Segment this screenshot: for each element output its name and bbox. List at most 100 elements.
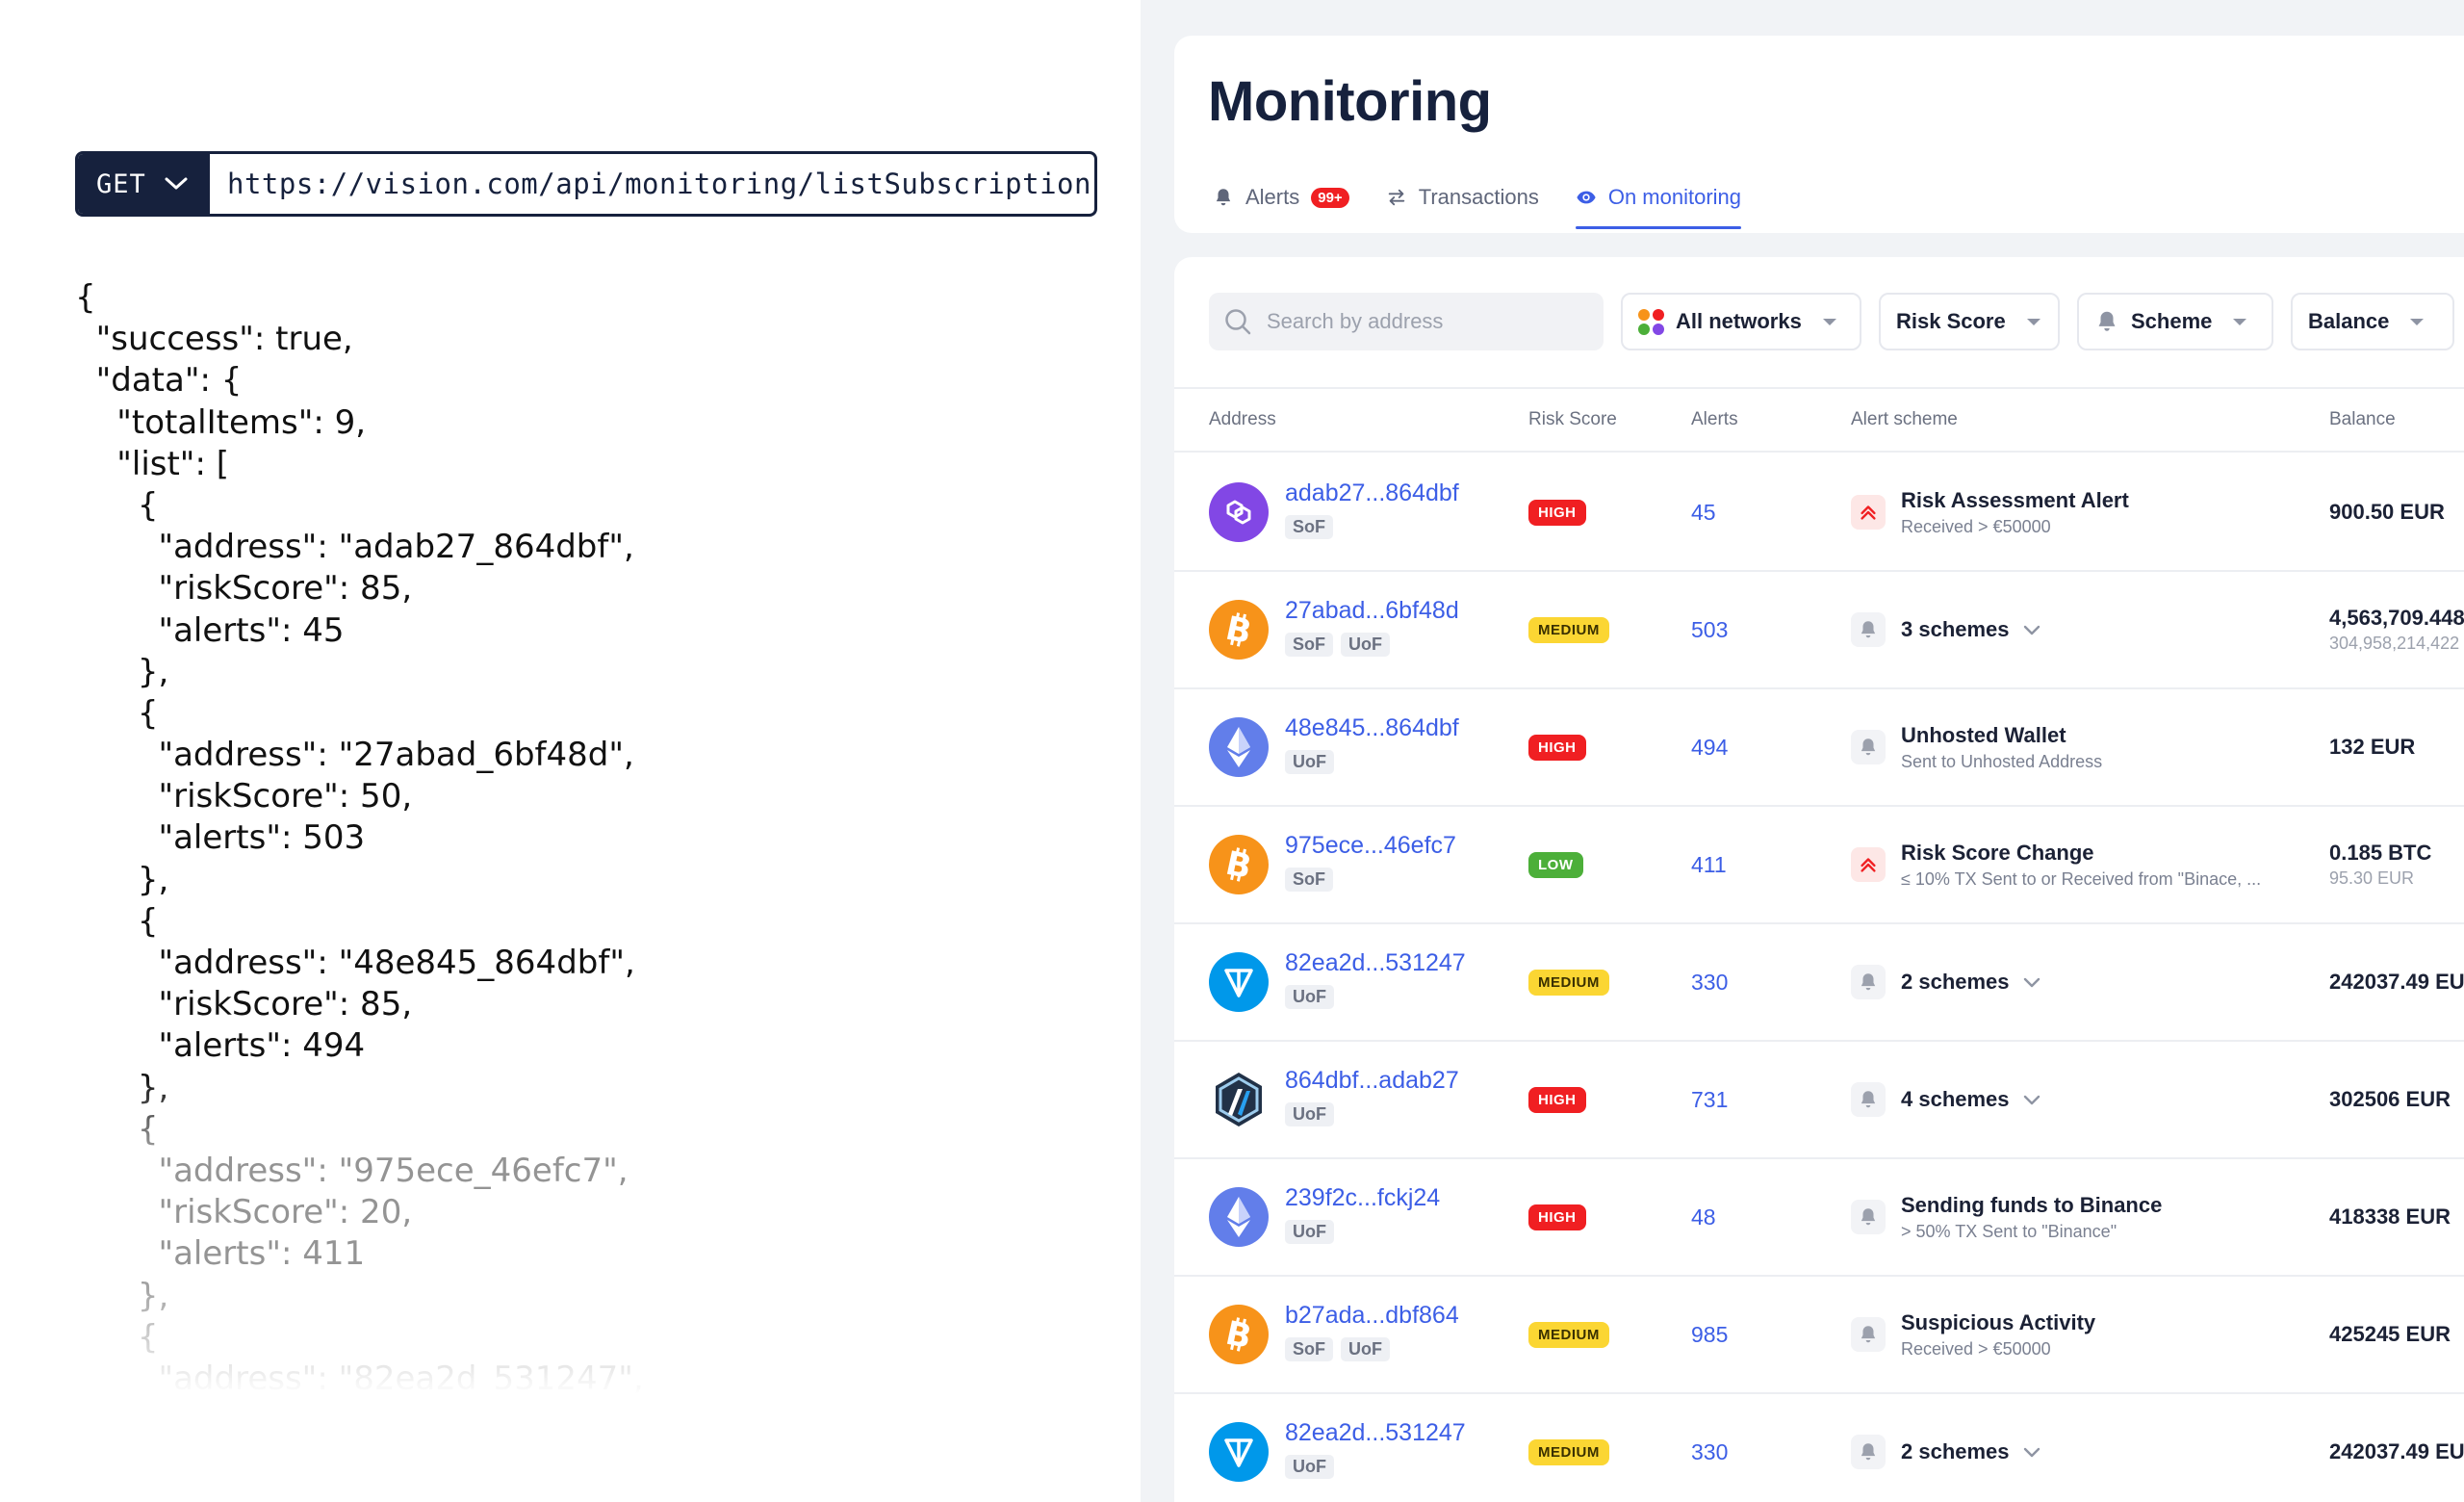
tab-alerts[interactable]: Alerts 99+ [1213, 173, 1349, 221]
risk-badge: MEDIUM [1528, 616, 1609, 643]
table-row[interactable]: 48e845...864dbf UoF HIGH 494 Unhosted Wa… [1174, 689, 2464, 807]
column-header-alerts[interactable]: Alerts [1691, 389, 1738, 451]
scheme-title: Unhosted Wallet [1901, 722, 2066, 747]
alerts-count-link[interactable]: 731 [1691, 1087, 1728, 1113]
code-line: "riskScore": 20, [75, 1193, 413, 1232]
url-field[interactable]: https://vision.com/api/monitoring/listSu… [210, 154, 1094, 214]
flow-tags: SoF UoF [1285, 1337, 1459, 1361]
address-link[interactable]: 82ea2d...531247 [1285, 949, 1466, 977]
arbitrum-icon [1209, 1070, 1269, 1129]
alerts-count-link[interactable]: 330 [1691, 1439, 1728, 1465]
balance: 0.185 BTC 95.30 EUR [2329, 841, 2431, 889]
alerts-count-link[interactable]: 411 [1691, 852, 1727, 878]
address-link[interactable]: b27ada...dbf864 [1285, 1302, 1459, 1330]
address-link[interactable]: 239f2c...fckj24 [1285, 1184, 1440, 1212]
column-header-balance[interactable]: Balance [2329, 389, 2396, 451]
code-line: "totalItems": 9, [75, 402, 367, 442]
ethereum-icon [1209, 717, 1269, 777]
method-dropdown[interactable]: GET [78, 154, 210, 214]
table-row[interactable]: 82ea2d...531247 UoF MEDIUM 330 2 schemes… [1174, 924, 2464, 1042]
flow-tags: UoF [1285, 1455, 1466, 1479]
address-block: b27ada...dbf864 SoF UoF [1285, 1302, 1459, 1361]
scheme-info: Suspicious Activity Received > €50000 [1901, 1310, 2095, 1360]
alerts-count-badge: 99+ [1311, 187, 1349, 208]
code-line: }, [75, 1068, 169, 1107]
flow-tag: UoF [1285, 1455, 1334, 1479]
code-line: "address": "adab27_864dbf", [75, 528, 634, 567]
schemes-dropdown[interactable]: 2 schemes [1901, 1439, 2040, 1464]
balance-filter[interactable]: Balance [2291, 293, 2454, 350]
schemes-count: 3 schemes [1901, 617, 2010, 641]
flow-tag: SoF [1285, 633, 1333, 657]
schemes-dropdown[interactable]: 3 schemes [1901, 617, 2040, 642]
flow-tag: UoF [1341, 633, 1390, 657]
risk-badge: HIGH [1528, 499, 1586, 526]
schemes-dropdown[interactable]: 2 schemes [1901, 970, 2040, 995]
table-row[interactable]: B b27ada...dbf864 SoF UoF MEDIUM 985 Susp… [1174, 1277, 2464, 1394]
code-line: }, [75, 860, 169, 899]
alerts-count-link[interactable]: 494 [1691, 735, 1728, 761]
code-line: "alerts": 411 [75, 1234, 366, 1274]
address-link[interactable]: 82ea2d...531247 [1285, 1419, 1466, 1447]
scheme-title: Sending funds to Binance [1901, 1192, 2163, 1217]
bell-icon [1851, 965, 1886, 999]
swap-arrows-icon [1388, 189, 1404, 206]
bell-icon [1851, 1082, 1886, 1117]
balance-primary: 418338 EUR [2329, 1204, 2451, 1229]
caret-down-icon [2026, 318, 2040, 325]
scheme-title: Risk Assessment Alert [1901, 487, 2129, 512]
table-row[interactable]: adab27...864dbf SoF HIGH 45 Risk Assessm… [1174, 454, 2464, 572]
flow-tag: SoF [1285, 868, 1333, 892]
column-header-alert-scheme[interactable]: Alert scheme [1851, 389, 1958, 451]
address-block: 864dbf...adab27 UoF [1285, 1067, 1459, 1126]
code-line: "success": true, [75, 320, 353, 359]
bitcoin-icon: B [1209, 835, 1269, 894]
alerts-count-link[interactable]: 330 [1691, 970, 1728, 996]
tab-alerts-label: Alerts [1245, 185, 1300, 209]
address-block: 48e845...864dbf UoF [1285, 714, 1459, 774]
networks-filter[interactable]: All networks [1621, 293, 1861, 350]
scheme-filter[interactable]: Scheme [2077, 293, 2273, 350]
bell-icon [1851, 612, 1886, 647]
risk-score-filter[interactable]: Risk Score [1879, 293, 2060, 350]
address-link[interactable]: 975ece...46efc7 [1285, 832, 1456, 860]
code-line: "data": { [75, 361, 243, 401]
alerts-count-link[interactable]: 503 [1691, 617, 1728, 643]
search-input[interactable]: Search by address [1209, 293, 1604, 350]
column-header-risk-score[interactable]: Risk Score [1528, 389, 1617, 451]
code-line: "address": "975ece_46efc7", [75, 1151, 629, 1190]
alerts-count-link[interactable]: 985 [1691, 1322, 1728, 1348]
code-line: "address": "27abad_6bf48d", [75, 736, 634, 775]
bell-icon [1851, 1435, 1886, 1469]
balance-secondary: 95.30 EUR [2329, 868, 2415, 888]
address-block: 975ece...46efc7 SoF [1285, 832, 1456, 892]
flow-tag: SoF [1285, 1337, 1333, 1361]
address-link[interactable]: 27abad...6bf48d [1285, 597, 1459, 625]
balance: 4,563,709.448 304,958,214,422 [2329, 606, 2464, 654]
schemes-dropdown[interactable]: 4 schemes [1901, 1087, 2040, 1112]
risk-badge: HIGH [1528, 734, 1586, 761]
address-link[interactable]: 864dbf...adab27 [1285, 1067, 1459, 1095]
chevrons-up-icon [1851, 847, 1886, 882]
tab-on-monitoring[interactable]: On monitoring [1575, 173, 1742, 229]
table-card: Search by address All networks Risk Scor… [1174, 257, 2464, 1502]
balance-primary: 0.185 BTC [2329, 841, 2432, 865]
tab-transactions[interactable]: Transactions [1386, 173, 1539, 221]
alerts-count-link[interactable]: 45 [1691, 500, 1716, 526]
table-row[interactable]: 864dbf...adab27 UoF HIGH 731 4 schemes 3… [1174, 1042, 2464, 1159]
alerts-count-link[interactable]: 48 [1691, 1204, 1716, 1230]
address-block: 27abad...6bf48d SoF UoF [1285, 597, 1459, 657]
table-row[interactable]: 239f2c...fckj24 UoF HIGH 48 Sending fund… [1174, 1159, 2464, 1277]
balance-primary: 242037.49 EUR [2329, 1439, 2464, 1463]
address-link[interactable]: 48e845...864dbf [1285, 714, 1459, 742]
address-link[interactable]: adab27...864dbf [1285, 479, 1459, 507]
balance: 425245 EUR [2329, 1322, 2451, 1347]
table-row[interactable]: B 975ece...46efc7 SoF LOW 411 Risk Score… [1174, 807, 2464, 924]
scheme-condition: Received > €50000 [1901, 516, 2051, 536]
tab-transactions-label: Transactions [1418, 185, 1539, 209]
table-row[interactable]: 82ea2d...531247 UoF MEDIUM 330 2 schemes… [1174, 1394, 2464, 1502]
column-header-address[interactable]: Address [1209, 389, 1276, 451]
table-row[interactable]: B 27abad...6bf48d SoF UoF MEDIUM 503 3 sc… [1174, 572, 2464, 689]
code-line: "riskScore": 85, [75, 569, 413, 609]
tab-bar: Alerts 99+ Transactions On monitoring [1213, 173, 1778, 233]
